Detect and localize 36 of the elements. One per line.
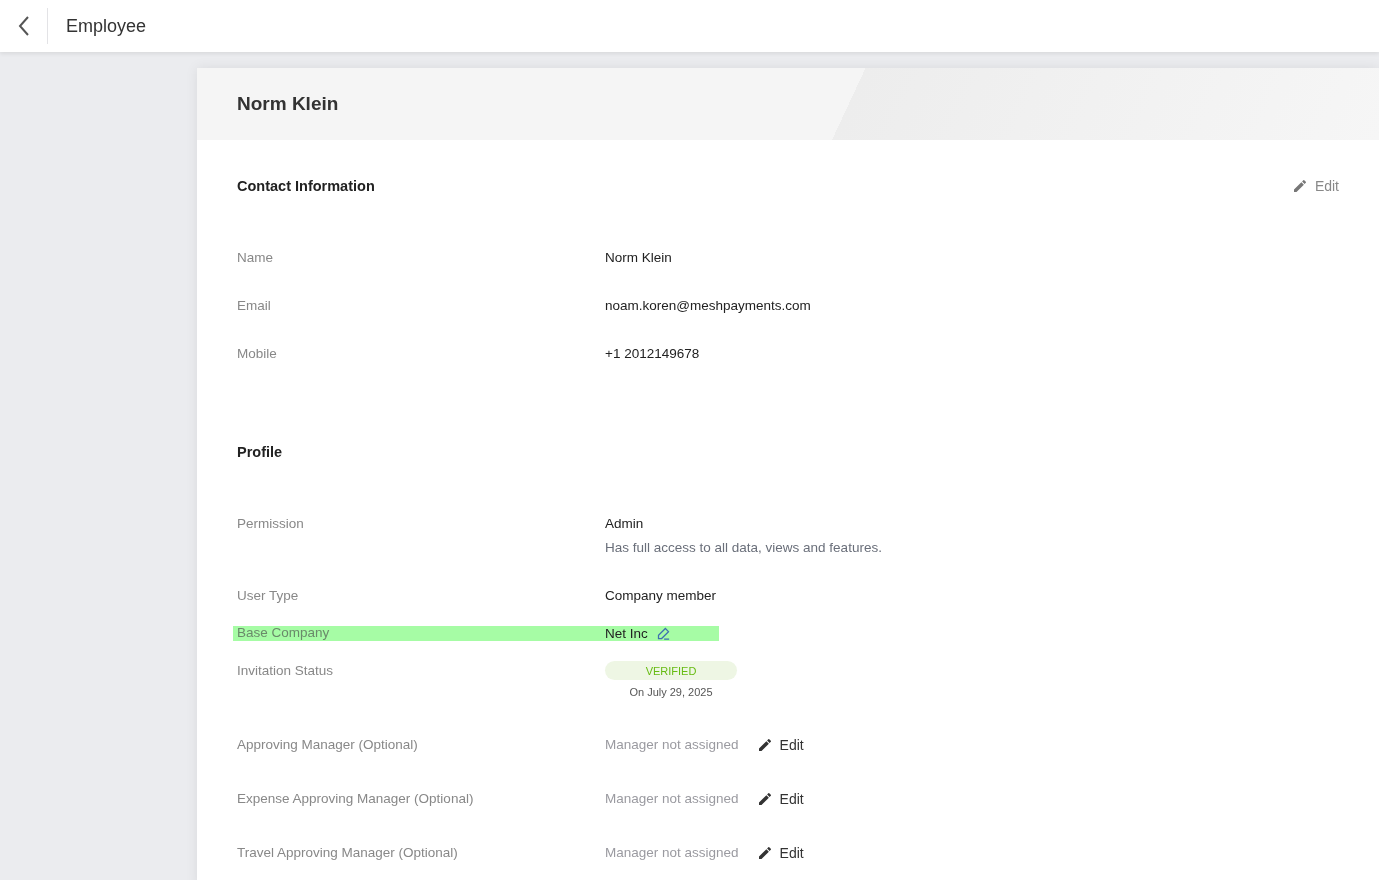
field-label: Invitation Status: [237, 662, 335, 680]
field-label: Permission: [237, 515, 305, 533]
status-date: On July 29, 2025: [628, 686, 714, 698]
manager-status: Manager not assigned: [605, 844, 739, 862]
field-label: Email: [237, 297, 272, 315]
field-label: Base Company: [237, 626, 331, 641]
field-label: Approving Manager (Optional): [237, 736, 419, 754]
field-label: Mobile: [237, 345, 278, 363]
pencil-icon: [1291, 178, 1308, 194]
field-label: Name: [237, 249, 274, 267]
edit-button[interactable]: Edit: [756, 791, 804, 807]
back-icon: [16, 15, 31, 37]
permission-description: Has full access to all data, views and features.: [605, 539, 883, 557]
field-value: noam.koren@meshpayments.com: [605, 297, 812, 315]
employee-name: Norm Klein: [237, 93, 339, 115]
field-value: Company member: [605, 587, 718, 605]
section-title: Contact Information: [237, 178, 375, 194]
manager-status: Manager not assigned: [605, 736, 739, 754]
edit-button[interactable]: Edit: [756, 845, 804, 861]
field-label: User Type: [237, 587, 300, 605]
status-badge: VERIFIED: [605, 661, 737, 680]
pencil-icon: [756, 737, 773, 753]
pencil-icon: [756, 845, 773, 861]
field-value: Net Inc: [605, 626, 648, 641]
edit-button[interactable]: Edit: [1291, 178, 1339, 194]
section-title: Profile: [237, 444, 283, 460]
field-value: +1 2012149678: [605, 345, 701, 363]
field-value: Admin: [605, 515, 645, 533]
pencil-icon: [756, 791, 773, 807]
field-value: Norm Klein: [605, 249, 673, 267]
pencil-icon[interactable]: [655, 626, 671, 641]
edit-button[interactable]: Edit: [756, 737, 804, 753]
field-label: Travel Approving Manager (Optional): [237, 844, 459, 862]
field-label: Expense Approving Manager (Optional): [237, 790, 475, 808]
page-title: Employee: [66, 15, 147, 37]
manager-status: Manager not assigned: [605, 790, 739, 808]
